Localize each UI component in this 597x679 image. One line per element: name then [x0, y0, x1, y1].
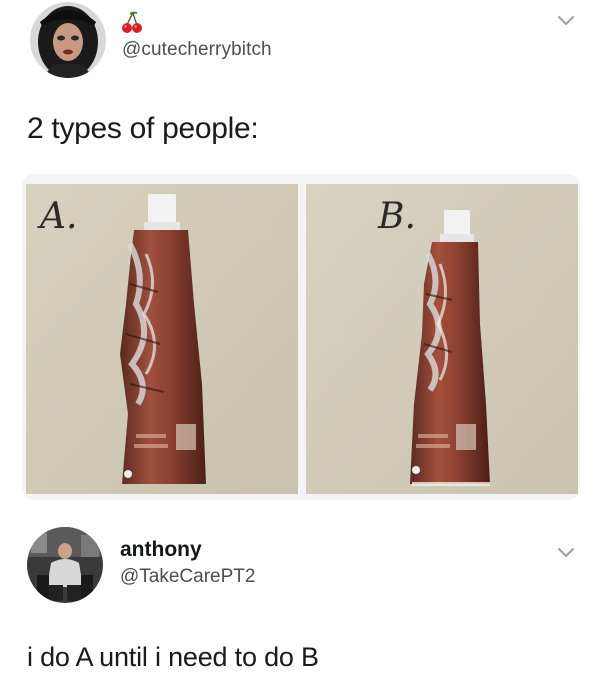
- tweet-text: 2 types of people:: [27, 112, 259, 145]
- chevron-down-icon[interactable]: [556, 14, 576, 28]
- avatar[interactable]: [27, 527, 103, 603]
- author-handle[interactable]: @TakeCarePT2: [120, 566, 255, 588]
- photo-a[interactable]: A.: [26, 184, 298, 494]
- photo-b[interactable]: B.: [306, 184, 578, 494]
- cherry-icon: [121, 10, 143, 34]
- photo-label: A.: [40, 196, 78, 237]
- tweet-media[interactable]: A. B.: [22, 174, 580, 500]
- photo-label: B.: [378, 196, 416, 237]
- tweet-text: i do A until i need to do B: [27, 642, 319, 672]
- author-handle[interactable]: @cutecherrybitch: [122, 39, 272, 61]
- author-name[interactable]: anthony: [120, 538, 202, 562]
- chevron-down-icon[interactable]: [556, 546, 576, 560]
- avatar[interactable]: [30, 2, 106, 78]
